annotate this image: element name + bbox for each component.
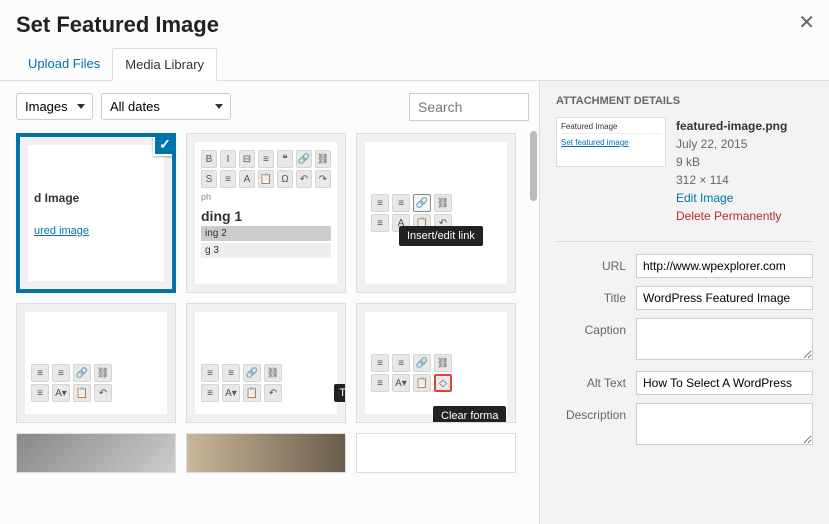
toolbar-icon: ≡ — [258, 150, 274, 168]
attachment-preview: Featured Image Set featured image — [556, 117, 666, 167]
unlink-icon: ⛓ — [434, 194, 452, 212]
toolbar-icon: 🔗 — [243, 364, 261, 382]
toolbar-icon: ≡ — [371, 214, 389, 232]
toolbar-icon: ≡ — [201, 384, 219, 402]
url-input[interactable] — [636, 254, 813, 278]
attachment-thumb[interactable]: ≡≡🔗⛓ ≡A▾📋↶ T — [186, 303, 346, 423]
toolbar-icon: ↷ — [315, 170, 331, 188]
toolbar-icon: ≡ — [392, 354, 410, 372]
toolbar-icon: A▾ — [52, 384, 70, 402]
description-input[interactable] — [636, 403, 813, 445]
thumb-link: ured image — [34, 225, 158, 237]
file-dimensions: 312 × 114 — [676, 171, 787, 189]
toolbar-icon: ≡ — [31, 384, 49, 402]
toolbar-icon: ⛓ — [315, 150, 331, 168]
search-input[interactable] — [409, 93, 529, 121]
toolbar-icon: ❝ — [277, 150, 293, 168]
toolbar-icon: ⛓ — [264, 364, 282, 382]
file-size: 9 kB — [676, 153, 787, 171]
delete-permanently-link[interactable]: Delete Permanently — [676, 207, 787, 225]
tooltip: Insert/edit link — [399, 226, 483, 246]
toolbar-icon: Ω — [277, 170, 293, 188]
toolbar-icon: ≡ — [220, 170, 236, 188]
thumb-text: ing 2 — [201, 226, 331, 241]
description-label: Description — [556, 403, 636, 422]
modal-title: Set Featured Image — [16, 12, 813, 38]
toolbar-icon: 📋 — [258, 170, 274, 188]
link-icon: 🔗 — [413, 194, 431, 212]
tooltip: Clear forma — [433, 406, 506, 423]
toolbar-icon: ≡ — [222, 364, 240, 382]
close-icon[interactable]: ✕ — [798, 10, 815, 35]
attachment-thumb[interactable] — [186, 433, 346, 473]
toolbar-icon: A▾ — [222, 384, 240, 402]
toolbar-icon: ⛓ — [94, 364, 112, 382]
eraser-icon: ◇ — [434, 374, 452, 392]
attachment-thumb[interactable]: ≡≡🔗⛓ ≡A▾📋◇ Clear forma — [356, 303, 516, 423]
toolbar-icon: ⛓ — [434, 354, 452, 372]
toolbar-icon: ≡ — [201, 364, 219, 382]
attachment-thumb[interactable]: BI⊟≡❝🔗⛓ S≡A📋Ω↶↷ ph ding 1 ing 2 g 3 — [186, 133, 346, 293]
toolbar-icon: S — [201, 170, 217, 188]
title-input[interactable] — [636, 286, 813, 310]
thumb-text: ph — [201, 192, 331, 202]
panel-title: ATTACHMENT DETAILS — [556, 95, 813, 107]
filter-date-select[interactable]: All dates — [101, 93, 231, 120]
toolbar-icon: A▾ — [392, 374, 410, 392]
toolbar-icon: ↶ — [264, 384, 282, 402]
toolbar-icon: ↶ — [94, 384, 112, 402]
toolbar-icon: B — [201, 150, 217, 168]
thumb-text: d Image — [34, 189, 158, 207]
toolbar-icon: A — [239, 170, 255, 188]
align-center-icon: ≡ — [392, 194, 410, 212]
title-label: Title — [556, 286, 636, 305]
alt-text-input[interactable] — [636, 371, 813, 395]
edit-image-link[interactable]: Edit Image — [676, 189, 787, 207]
toolbar-icon: I — [220, 150, 236, 168]
toolbar-icon: 📋 — [413, 374, 431, 392]
toolbar-icon: ≡ — [371, 354, 389, 372]
caption-label: Caption — [556, 318, 636, 337]
align-left-icon: ≡ — [371, 194, 389, 212]
selected-check-icon[interactable] — [153, 133, 176, 156]
tab-bar: Upload Files Media Library — [0, 48, 829, 81]
toolbar-icon: ≡ — [371, 374, 389, 392]
toolbar-icon: 🔗 — [73, 364, 91, 382]
thumb-text: g 3 — [201, 243, 331, 258]
url-label: URL — [556, 254, 636, 273]
scrollbar[interactable] — [530, 131, 537, 201]
file-date: July 22, 2015 — [676, 135, 787, 153]
tab-upload-files[interactable]: Upload Files — [16, 48, 112, 80]
thumb-text: ding 1 — [201, 208, 331, 224]
toolbar-icon: 🔗 — [296, 150, 312, 168]
toolbar-icon: ↶ — [296, 170, 312, 188]
attachment-thumb[interactable] — [16, 433, 176, 473]
filename: featured-image.png — [676, 117, 787, 135]
alt-text-label: Alt Text — [556, 371, 636, 390]
toolbar-icon: 📋 — [243, 384, 261, 402]
attachment-thumb[interactable]: ≡≡🔗⛓ ≡A📋↶ Insert/edit link — [356, 133, 516, 293]
attachment-thumb[interactable]: ≡≡🔗⛓ ≡A▾📋↶ — [16, 303, 176, 423]
caption-input[interactable] — [636, 318, 813, 360]
toolbar-icon: ≡ — [52, 364, 70, 382]
toolbar-icon: ≡ — [31, 364, 49, 382]
toolbar-icon: 📋 — [73, 384, 91, 402]
tab-media-library[interactable]: Media Library — [112, 48, 217, 81]
toolbar-icon: ⊟ — [239, 150, 255, 168]
attachment-thumb[interactable]: d Image ured image — [16, 133, 176, 293]
filter-type-select[interactable]: Images — [16, 93, 93, 120]
tooltip-fragment: T — [334, 384, 346, 402]
toolbar-icon: 🔗 — [413, 354, 431, 372]
attachment-thumb[interactable] — [356, 433, 516, 473]
